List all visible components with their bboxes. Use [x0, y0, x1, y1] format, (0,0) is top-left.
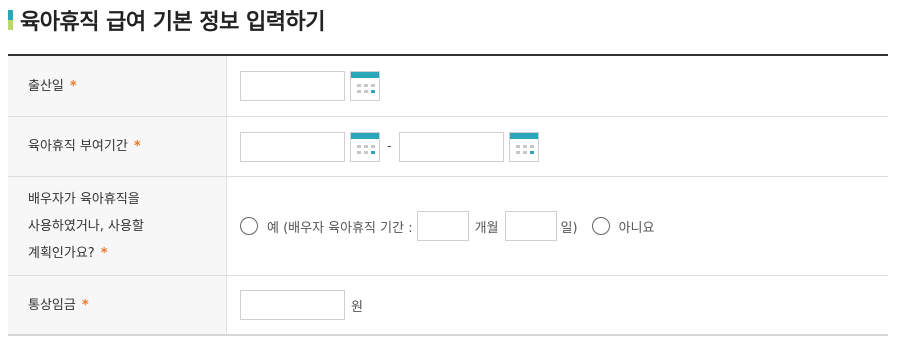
- days-unit: 일): [560, 220, 578, 236]
- leave-period-row: 육아휴직 부여기간 * -: [8, 117, 888, 177]
- spouse-leave-no-label: 아니요: [618, 220, 655, 236]
- spouse-leave-label-line: 사용하였거나, 사용할: [28, 218, 144, 234]
- birth-date-label: 출산일: [28, 78, 64, 94]
- spouse-leave-no-radio[interactable]: [591, 217, 610, 235]
- birth-date-input[interactable]: [240, 71, 345, 101]
- months-unit: 개월: [474, 220, 499, 236]
- required-mark: *: [81, 297, 89, 313]
- spouse-leave-yes-label: 예 (배우자 육아휴직 기간 :: [267, 220, 413, 236]
- leave-start-input[interactable]: [240, 131, 345, 162]
- page-header: 육아휴직 급여 기본 정보 입력하기: [8, 4, 326, 36]
- leave-period-field: -: [227, 117, 888, 176]
- calendar-icon[interactable]: [350, 71, 380, 101]
- wage-label: 통상임금: [28, 297, 76, 313]
- required-mark: *: [133, 139, 141, 154]
- period-separator: -: [387, 139, 392, 154]
- birth-date-field: [227, 56, 888, 116]
- title-marker-icon: [8, 10, 13, 30]
- wage-row: 통상임금 * 원: [8, 276, 888, 336]
- spouse-leave-field: 예 (배우자 육아휴직 기간 : 개월 일) 아니요: [227, 177, 888, 275]
- required-mark: *: [100, 245, 108, 261]
- wage-label-cell: 통상임금 *: [8, 276, 227, 334]
- spouse-leave-label: 배우자가 육아휴직을 사용하였거나, 사용할 계획인가요? *: [28, 186, 144, 267]
- spouse-leave-row: 배우자가 육아휴직을 사용하였거나, 사용할 계획인가요? * 예 (배우자 육아…: [8, 177, 888, 276]
- spouse-leave-months-input[interactable]: [416, 211, 469, 241]
- calendar-icon[interactable]: [508, 131, 539, 162]
- wage-unit: 원: [351, 299, 363, 315]
- required-mark: *: [69, 78, 77, 94]
- leave-info-form: 출산일 * 육아휴직 부여기간 * - 배우자가 육아휴직을 사용하였거나, 사…: [8, 54, 888, 336]
- leave-end-input[interactable]: [398, 131, 504, 162]
- wage-field: 원: [227, 276, 888, 334]
- leave-period-label: 육아휴직 부여기간: [28, 139, 128, 154]
- birth-date-label-cell: 출산일 *: [8, 56, 227, 116]
- leave-period-label-cell: 육아휴직 부여기간 *: [8, 117, 227, 176]
- spouse-leave-label-line: 계획인가요? *: [28, 245, 108, 261]
- spouse-leave-days-input[interactable]: [504, 211, 557, 241]
- page-title: 육아휴직 급여 기본 정보 입력하기: [20, 10, 326, 35]
- spouse-leave-label-cell: 배우자가 육아휴직을 사용하였거나, 사용할 계획인가요? *: [8, 177, 227, 275]
- spouse-leave-yes-radio[interactable]: [240, 217, 258, 235]
- spouse-leave-label-line: 배우자가 육아휴직을: [28, 191, 140, 207]
- wage-input[interactable]: [240, 290, 345, 320]
- birth-date-row: 출산일 *: [8, 56, 888, 117]
- calendar-icon[interactable]: [350, 131, 380, 162]
